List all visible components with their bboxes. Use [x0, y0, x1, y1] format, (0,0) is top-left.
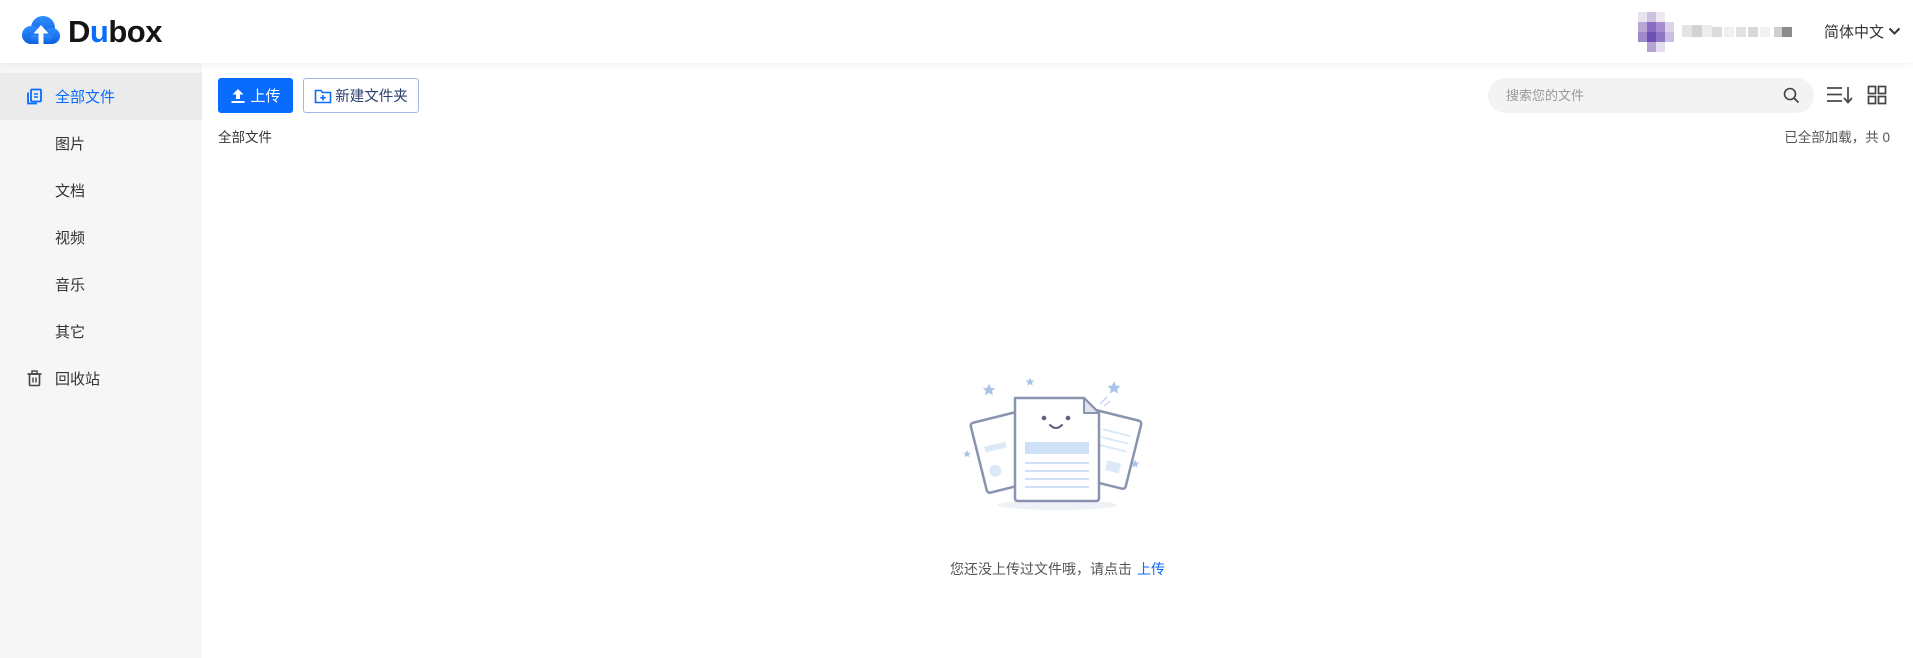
sidebar-item-label: 其它 [55, 324, 86, 341]
sidebar-item-recycle-bin[interactable]: 回收站 [0, 355, 202, 402]
language-label: 简体中文 [1824, 23, 1885, 41]
sort-icon[interactable] [1826, 84, 1853, 106]
empty-documents-illustration [963, 377, 1143, 510]
sidebar: 全部文件 图片 文档 视频 音乐 其它 回收站 [0, 63, 202, 658]
sidebar-item-label: 视频 [55, 230, 86, 247]
username-redacted[interactable] [1682, 22, 1794, 40]
files-icon [26, 88, 43, 105]
search-box [1488, 78, 1814, 113]
star [982, 383, 996, 396]
sidebar-item-videos[interactable]: 视频 [0, 214, 202, 261]
search-input[interactable] [1504, 78, 1764, 113]
sidebar-item-images[interactable]: 图片 [0, 120, 202, 167]
sidebar-item-label: 回收站 [55, 371, 101, 388]
empty-message-text: 您还没上传过文件哦，请点击 [950, 561, 1132, 577]
trash-icon [26, 370, 43, 387]
right-eye [1065, 415, 1071, 421]
sidebar-item-label: 文档 [55, 183, 86, 200]
avatar[interactable] [1638, 12, 1674, 52]
logo-text: Dubox [68, 13, 162, 51]
logo-letters-box: box [108, 14, 162, 49]
upload-button[interactable]: 上传 [218, 78, 293, 113]
logo-letter-u: u [89, 14, 109, 49]
language-selector[interactable]: 简体中文 [1824, 20, 1901, 42]
sidebar-item-label: 全部文件 [55, 89, 116, 106]
search-icon[interactable] [1783, 87, 1800, 104]
upload-icon [231, 88, 245, 103]
star [1107, 381, 1121, 394]
star [963, 450, 971, 458]
sidebar-item-all-files[interactable]: 全部文件 [0, 73, 202, 120]
cloud-upload-icon [20, 14, 62, 50]
sidebar-item-documents[interactable]: 文档 [0, 167, 202, 214]
load-status: 已全部加载，共 0 [1784, 130, 1890, 145]
grid-view-icon[interactable] [1867, 85, 1887, 105]
logo-letter-d: D [68, 14, 90, 49]
new-folder-button-label: 新建文件夹 [335, 89, 408, 105]
star [1025, 377, 1035, 386]
empty-state-message: 您还没上传过文件哦，请点击 上传 [202, 559, 1913, 579]
sidebar-item-label: 图片 [55, 136, 86, 153]
center-document [1013, 396, 1101, 503]
folder-plus-icon [314, 89, 332, 103]
sidebar-item-others[interactable]: 其它 [0, 308, 202, 355]
top-bar: Dubox 简体中文 [0, 0, 1913, 63]
left-eye [1041, 415, 1047, 421]
empty-upload-link[interactable]: 上传 [1137, 561, 1165, 577]
breadcrumb[interactable]: 全部文件 [218, 126, 272, 146]
logo[interactable]: Dubox [20, 13, 162, 51]
upload-button-label: 上传 [250, 88, 281, 105]
new-folder-button[interactable]: 新建文件夹 [303, 78, 419, 113]
chevron-down-icon [1888, 27, 1901, 35]
sidebar-item-label: 音乐 [55, 277, 86, 294]
sidebar-item-music[interactable]: 音乐 [0, 261, 202, 308]
